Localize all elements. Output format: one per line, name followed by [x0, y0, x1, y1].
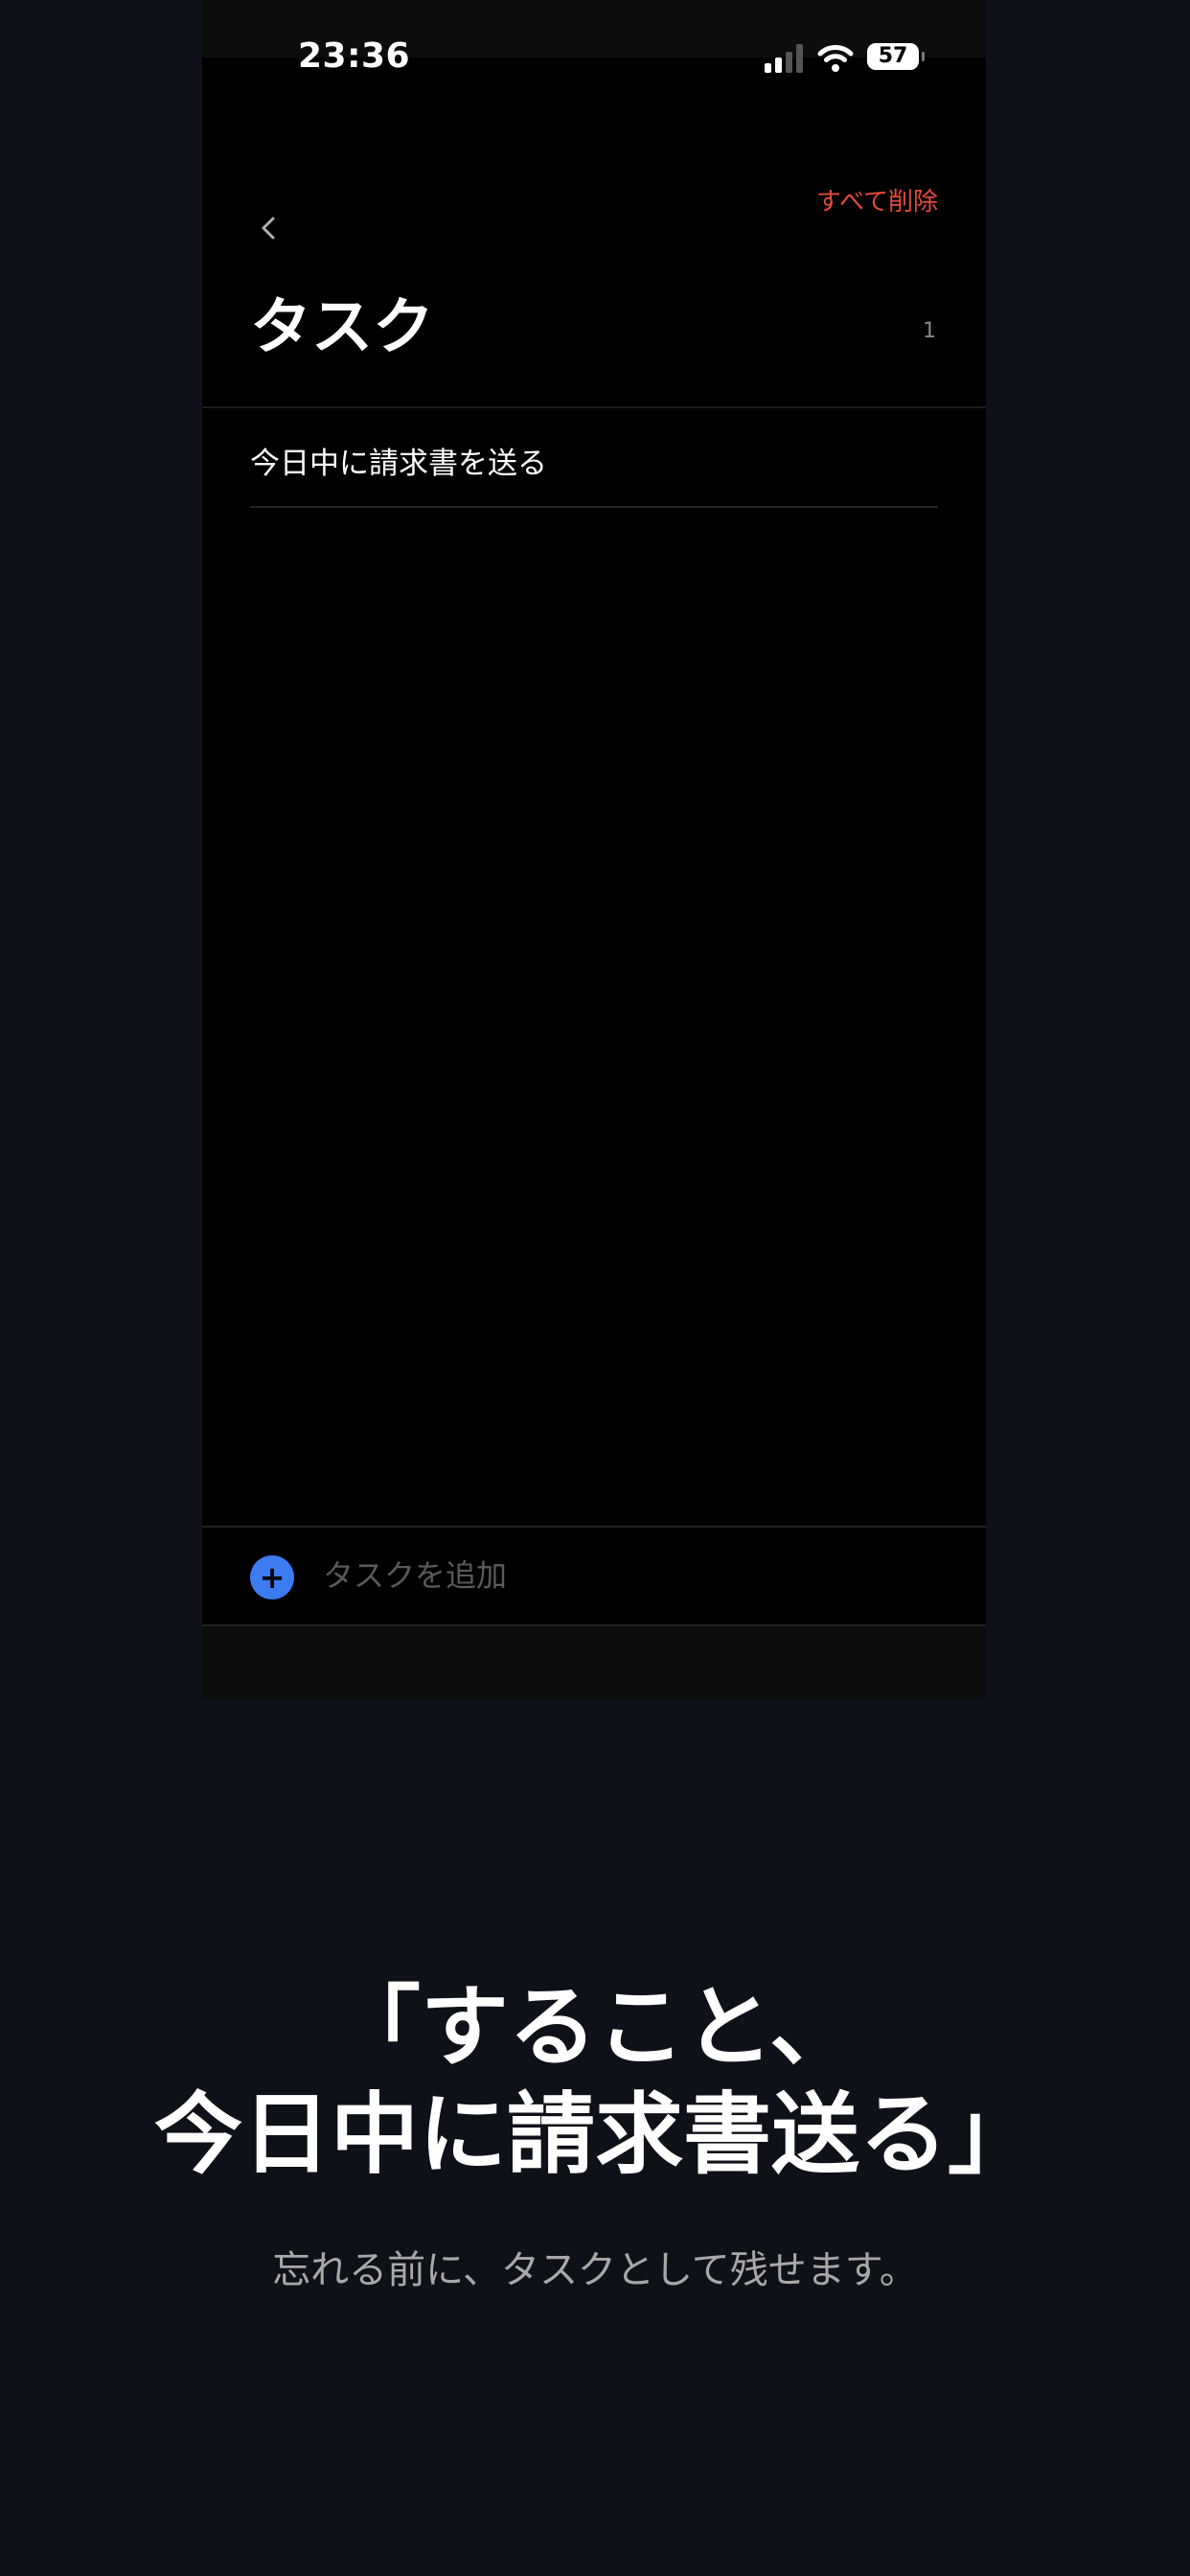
promo-subtext: 忘れる前に、タスクとして残せます。 [272, 2248, 918, 2292]
task-text: 今日中に請求書を送る [250, 447, 547, 481]
battery-icon: 57 [867, 43, 925, 70]
header-divider [202, 406, 986, 408]
task-count: 1 [923, 319, 936, 343]
status-time: 23:36 [298, 36, 411, 76]
battery-level: 57 [878, 44, 908, 68]
wifi-icon [817, 45, 854, 72]
status-bar: 23:36 57 [202, 0, 986, 115]
delete-all-button[interactable]: すべて削除 [816, 182, 938, 218]
promo-headline-line-1: 「すること、 [332, 1976, 858, 2079]
promo-headline-line-2: 今日中に請求書送る」 [153, 2083, 1036, 2186]
promo-headline: 「すること、 今日中に請求書送る」 [0, 1974, 1190, 2189]
add-task-bar: + [202, 1526, 986, 1626]
home-indicator-area [202, 1626, 986, 1698]
page-title: タスク [250, 292, 434, 363]
chevron-left-icon [262, 217, 275, 240]
add-task-input[interactable] [323, 1547, 898, 1604]
app-screen: 23:36 57 すべて削除 タスク 1 今日中に請求書を送る + [202, 0, 986, 1698]
back-button[interactable] [250, 209, 288, 247]
cellular-signal-icon [765, 44, 807, 73]
plus-icon[interactable]: + [250, 1555, 294, 1599]
task-list-item[interactable]: 今日中に請求書を送る [250, 412, 938, 508]
